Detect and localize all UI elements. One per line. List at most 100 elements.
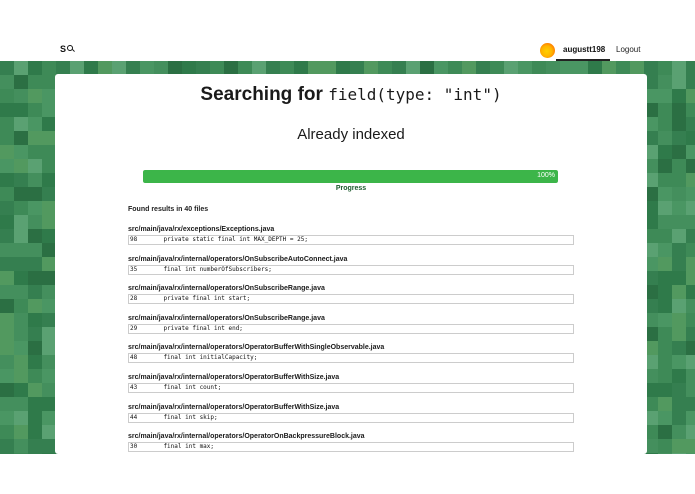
mosaic-tile (28, 103, 42, 117)
mosaic-tile (28, 327, 42, 341)
mosaic-tile (658, 61, 672, 75)
mosaic-tile (686, 355, 695, 369)
mosaic-tile (42, 187, 56, 201)
result-item: src/main/java/rx/internal/operators/OnSu… (128, 314, 574, 334)
result-file-path[interactable]: src/main/java/rx/internal/operators/OnSu… (128, 284, 574, 293)
result-item: src/main/java/rx/internal/operators/OnSu… (128, 255, 574, 275)
mosaic-tile (658, 341, 672, 355)
mosaic-tile (658, 257, 672, 271)
result-file-path[interactable]: src/main/java/rx/internal/operators/OnSu… (128, 314, 574, 323)
mosaic-tile (686, 271, 695, 285)
mosaic-tile (42, 243, 56, 257)
mosaic-tile (14, 103, 28, 117)
mosaic-tile (672, 299, 686, 313)
mosaic-tile (28, 159, 42, 173)
mosaic-tile (672, 173, 686, 187)
mosaic-tile (476, 61, 490, 75)
mosaic-tile (686, 257, 695, 271)
result-file-path[interactable]: src/main/java/rx/internal/operators/Oper… (128, 343, 574, 352)
mosaic-tile (196, 61, 210, 75)
mosaic-tile (42, 411, 56, 425)
mosaic-tile (658, 187, 672, 201)
mosaic-tile (0, 201, 14, 215)
mosaic-tile (0, 439, 14, 453)
mosaic-tile (672, 103, 686, 117)
mosaic-tile (42, 229, 56, 243)
result-file-path[interactable]: src/main/java/rx/internal/operators/OnSu… (128, 255, 574, 264)
mosaic-tile (686, 341, 695, 355)
mosaic-tile (14, 229, 28, 243)
mosaic-tile (0, 75, 14, 89)
mosaic-tile (14, 159, 28, 173)
mosaic-tile (14, 327, 28, 341)
mosaic-tile (0, 103, 14, 117)
mosaic-tile (658, 397, 672, 411)
result-code-snippet: 29 private final int end; (128, 323, 574, 334)
mosaic-tile (14, 131, 28, 145)
mosaic-tile (616, 61, 630, 75)
mosaic-tile (658, 173, 672, 187)
result-file-path[interactable]: src/main/java/rx/internal/operators/Oper… (128, 403, 574, 412)
result-code-line: final int numberOfSubscribers; (149, 265, 272, 273)
mosaic-tile (14, 453, 28, 454)
mosaic-tile (14, 285, 28, 299)
mosaic-tile (42, 271, 56, 285)
mosaic-tile (14, 299, 28, 313)
title-prefix: Searching for (200, 84, 323, 105)
mosaic-tile (14, 397, 28, 411)
mosaic-tile (154, 61, 168, 75)
mosaic-tile (0, 299, 14, 313)
mosaic-tile (574, 61, 588, 75)
mosaic-tile (0, 369, 14, 383)
index-status: Already indexed (297, 126, 405, 143)
mosaic-tile (28, 257, 42, 271)
mosaic-tile (28, 425, 42, 439)
mosaic-tile (630, 61, 644, 75)
result-code-snippet: 28 private final int start; (128, 294, 574, 305)
logo[interactable]: S (60, 44, 74, 54)
mosaic-tile (504, 61, 518, 75)
logout-link[interactable]: Logout (616, 45, 640, 54)
mosaic-tile (686, 243, 695, 257)
mosaic-tile (672, 229, 686, 243)
search-results-card: Searching for field(type: "int") Already… (55, 74, 647, 454)
mosaic-tile (42, 369, 56, 383)
mosaic-tile (42, 201, 56, 215)
result-item: src/main/java/rx/internal/operators/Oper… (128, 373, 574, 393)
mosaic-tile (14, 201, 28, 215)
mosaic-tile (42, 89, 56, 103)
mosaic-tile (0, 397, 14, 411)
mosaic-tile (658, 453, 672, 454)
mosaic-tile (0, 215, 14, 229)
result-code-snippet: 48 final int initialCapacity; (128, 353, 574, 364)
mosaic-tile (0, 425, 14, 439)
mosaic-tile (28, 369, 42, 383)
mosaic-tile (0, 243, 14, 257)
results-summary: Found results in 40 files (128, 206, 209, 213)
mosaic-tile (42, 383, 56, 397)
result-code-snippet: 43 final int count; (128, 383, 574, 393)
mosaic-tile (658, 89, 672, 103)
mosaic-tile (658, 145, 672, 159)
result-file-path[interactable]: src/main/java/rx/exceptions/Exceptions.j… (128, 225, 574, 234)
mosaic-tile (42, 327, 56, 341)
mosaic-tile (672, 89, 686, 103)
mosaic-tile (210, 61, 224, 75)
mosaic-tile (658, 103, 672, 117)
progress-label: Progress (335, 185, 367, 192)
mosaic-tile (658, 117, 672, 131)
result-file-path[interactable]: src/main/java/rx/internal/operators/Oper… (128, 373, 574, 382)
mosaic-tile (672, 215, 686, 229)
username-link[interactable]: augustt198 (563, 45, 605, 54)
avatar[interactable] (540, 43, 555, 58)
mosaic-tile (42, 439, 56, 453)
mosaic-tile (658, 271, 672, 285)
mosaic-tile (0, 453, 14, 454)
mosaic-tile (672, 61, 686, 75)
mosaic-tile (406, 61, 420, 75)
result-file-path[interactable]: src/main/java/rx/internal/operators/Oper… (128, 432, 574, 441)
mosaic-tile (392, 61, 406, 75)
mosaic-tile (42, 453, 56, 454)
mosaic-tile (686, 425, 695, 439)
mosaic-tile (0, 173, 14, 187)
